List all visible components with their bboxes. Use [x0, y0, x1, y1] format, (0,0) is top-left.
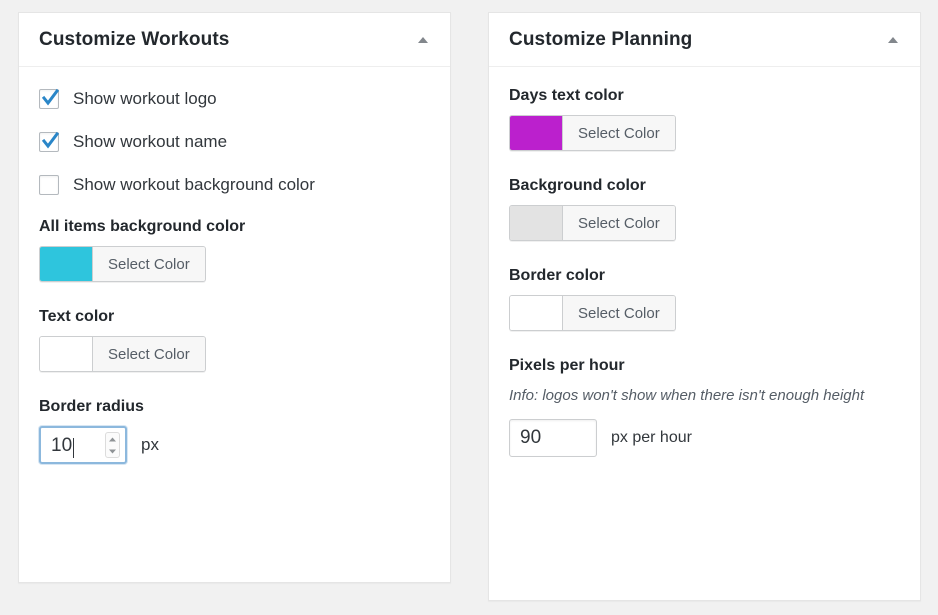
color-swatch-border-color[interactable] — [510, 296, 563, 330]
field-info-pixels-per-hour: Info: logos won't show when there isn't … — [509, 387, 865, 404]
field-label-days-text-color: Days text color — [509, 87, 624, 104]
pixels-per-hour-value: 90 — [520, 427, 542, 449]
pixels-per-hour-unit-label: px per hour — [611, 428, 692, 446]
select-color-button-background-color[interactable]: Select Color — [563, 206, 675, 240]
customize-workouts-body: Show workout logo Show workout name Show… — [19, 67, 450, 504]
panel-title: Customize Workouts — [39, 28, 230, 50]
color-swatch-background-color[interactable] — [510, 206, 563, 240]
color-swatch-days-text-color[interactable] — [510, 116, 563, 150]
border-radius-input[interactable]: 10 — [39, 426, 127, 464]
checkbox-show-workout-logo[interactable] — [39, 88, 59, 109]
field-all-items-background-color: All items background color Select Color — [39, 218, 430, 286]
field-pixels-per-hour: Pixels per hour Info: logos won't show w… — [509, 357, 900, 457]
customize-workouts-panel: Customize Workouts Show workout logo Sho… — [18, 12, 451, 583]
customize-workouts-header[interactable]: Customize Workouts — [19, 13, 450, 67]
field-label-background-color: Background color — [509, 177, 646, 194]
select-color-button-text-color[interactable]: Select Color — [93, 337, 205, 371]
triangle-up-icon[interactable] — [886, 33, 900, 47]
color-picker-border-color[interactable]: Select Color — [509, 295, 676, 331]
settings-screen: Customize Workouts Show workout logo Sho… — [0, 0, 938, 615]
field-label-pixels-per-hour: Pixels per hour — [509, 357, 625, 374]
checkbox-row-show-workout-name[interactable]: Show workout name — [39, 131, 430, 152]
select-color-button-days-text-color[interactable]: Select Color — [563, 116, 675, 150]
color-picker-days-text-color[interactable]: Select Color — [509, 115, 676, 151]
triangle-up-icon[interactable] — [416, 33, 430, 47]
field-label-all-items-background-color: All items background color — [39, 218, 246, 235]
color-swatch-text-color[interactable] — [40, 337, 93, 371]
select-color-button-border-color[interactable]: Select Color — [563, 296, 675, 330]
checkbox-row-show-workout-background-color[interactable]: Show workout background color — [39, 175, 430, 195]
number-stepper-border-radius[interactable] — [105, 432, 120, 458]
field-border-color: Border color Select Color — [509, 267, 900, 335]
color-swatch-all-items-background-color[interactable] — [40, 247, 93, 281]
pixels-per-hour-input[interactable]: 90 — [509, 418, 597, 457]
checkbox-row-show-workout-logo[interactable]: Show workout logo — [39, 88, 430, 109]
field-background-color: Background color Select Color — [509, 177, 900, 245]
checkbox-label-show-workout-background-color: Show workout background color — [73, 175, 315, 194]
select-color-button-all-items-background-color[interactable]: Select Color — [93, 247, 205, 281]
customize-planning-header[interactable]: Customize Planning — [489, 13, 920, 67]
border-radius-value: 10 — [51, 434, 73, 456]
customize-planning-panel: Customize Planning Days text color Selec… — [488, 12, 921, 601]
border-radius-unit-label: px — [141, 435, 159, 454]
color-picker-text-color[interactable]: Select Color — [39, 336, 206, 372]
stepper-up-icon — [109, 437, 116, 441]
text-caret — [73, 438, 75, 458]
field-border-radius: Border radius 10 px — [39, 398, 430, 464]
checkbox-label-show-workout-name: Show workout name — [73, 132, 228, 151]
panel-title: Customize Planning — [509, 28, 693, 50]
field-label-text-color: Text color — [39, 308, 115, 325]
pixels-per-hour-row: 90 px per hour — [509, 418, 900, 457]
customize-planning-body: Days text color Select Color Background … — [489, 67, 920, 497]
border-radius-row: 10 px — [39, 426, 430, 464]
checkbox-label-show-workout-logo: Show workout logo — [73, 89, 217, 108]
color-picker-all-items-background-color[interactable]: Select Color — [39, 246, 206, 282]
checkbox-show-workout-name[interactable] — [39, 131, 59, 152]
field-label-border-color: Border color — [509, 267, 606, 284]
stepper-down-icon — [109, 449, 116, 453]
field-days-text-color: Days text color Select Color — [509, 87, 900, 155]
color-picker-background-color[interactable]: Select Color — [509, 205, 676, 241]
field-label-border-radius: Border radius — [39, 398, 144, 415]
checkbox-show-workout-background-color[interactable] — [39, 175, 59, 195]
field-text-color: Text color Select Color — [39, 308, 430, 376]
